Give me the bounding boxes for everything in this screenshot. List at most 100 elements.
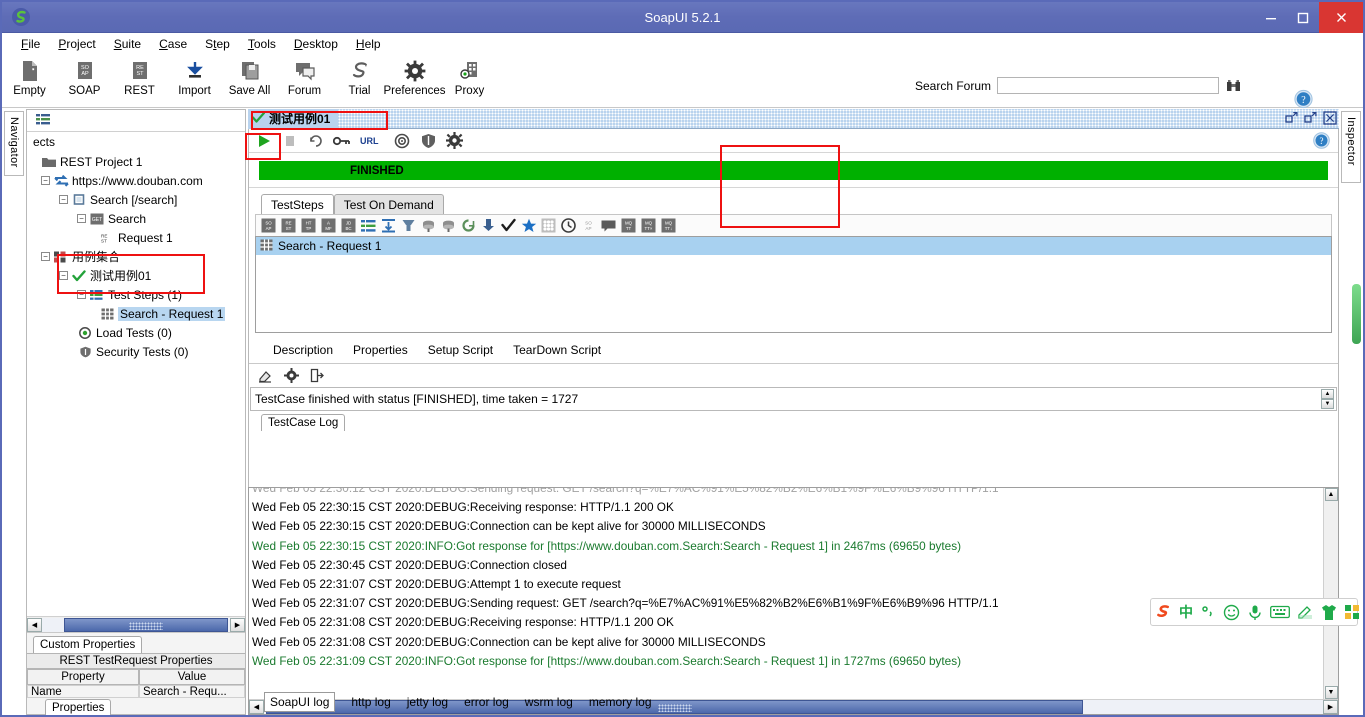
toolbar-soap-project[interactable]: SO AP SOAP xyxy=(57,55,112,97)
soft-keyboard-icon[interactable] xyxy=(1270,604,1290,621)
scroll-track[interactable] xyxy=(42,617,230,632)
http-request-icon[interactable]: HT TP xyxy=(300,217,317,234)
timer-icon[interactable] xyxy=(560,217,577,234)
tree-node-rest-project-1[interactable]: REST Project 1 xyxy=(27,152,245,171)
run-testcase-icon[interactable] xyxy=(440,217,457,234)
tab-properties[interactable]: Properties xyxy=(353,343,408,357)
expander-icon[interactable]: − xyxy=(41,176,50,185)
toolbar-rest-project[interactable]: RE ST REST xyxy=(112,55,167,97)
log-settings-icon[interactable] xyxy=(283,367,300,384)
tab-memory-log[interactable]: memory log xyxy=(589,695,652,709)
search-forum-input[interactable] xyxy=(997,77,1219,94)
binoculars-icon[interactable] xyxy=(1225,78,1241,94)
toolbar-proxy[interactable]: Proxy xyxy=(442,55,497,97)
scroll-thumb[interactable] xyxy=(64,617,228,632)
expander-icon[interactable]: − xyxy=(59,195,68,204)
jdbc-request-icon[interactable]: JD BC xyxy=(340,217,357,234)
tree-node-load-tests[interactable]: Load Tests (0) xyxy=(27,323,245,342)
expander-icon[interactable]: − xyxy=(41,252,50,261)
teststeps-list[interactable]: Search - Request 1 xyxy=(255,236,1332,333)
punctuation-icon[interactable] xyxy=(1200,604,1216,621)
tab-teardown-script[interactable]: TearDown Script xyxy=(513,343,601,357)
tab-testcase-log[interactable]: TestCase Log xyxy=(261,414,346,431)
run-play-icon[interactable] xyxy=(255,132,273,150)
toolbar-forum[interactable]: Forum xyxy=(277,55,332,97)
tab-test-on-demand[interactable]: Test On Demand xyxy=(333,194,444,214)
target-icon[interactable] xyxy=(393,132,411,150)
log-output[interactable]: Wed Feb 05 22:30:12 CST 2020:DEBUG:Sendi… xyxy=(249,488,1338,699)
loop-icon[interactable] xyxy=(307,132,325,150)
tab-properties[interactable]: Properties xyxy=(45,699,112,715)
tab-teststeps[interactable]: TestSteps xyxy=(261,194,334,214)
delay-icon[interactable] xyxy=(460,217,477,234)
tab-wsrm-log[interactable]: wsrm log xyxy=(525,695,573,709)
tab-setup-script[interactable]: Setup Script xyxy=(428,343,493,357)
scroll-up-arrow[interactable]: ▲ xyxy=(1324,488,1338,501)
help-question-icon[interactable]: ? xyxy=(1313,132,1330,152)
log-vertical-scrollbar[interactable]: ▲ ▼ xyxy=(1323,488,1338,699)
tree-node-request-1[interactable]: RE ST Request 1 xyxy=(27,228,245,247)
export-log-icon[interactable] xyxy=(309,367,326,384)
key-icon[interactable] xyxy=(333,132,351,150)
navigator-horizontal-scrollbar[interactable]: ◀ ▶ xyxy=(27,616,245,632)
clear-log-icon[interactable] xyxy=(257,367,274,384)
expander-icon[interactable]: − xyxy=(77,214,86,223)
gear-icon[interactable] xyxy=(445,132,463,150)
scroll-left-arrow[interactable]: ◀ xyxy=(27,617,42,632)
soap-request-icon[interactable]: SO AP xyxy=(260,217,277,234)
skin-icon[interactable] xyxy=(1321,604,1337,621)
scroll-right-arrow[interactable]: ▶ xyxy=(230,617,245,632)
scroll-down-arrow[interactable]: ▼ xyxy=(1324,686,1338,699)
menu-project[interactable]: Project xyxy=(49,35,104,53)
toolbar-empty-project[interactable]: Empty xyxy=(2,55,57,97)
properties-icon[interactable] xyxy=(360,217,377,234)
stop-icon[interactable] xyxy=(281,132,299,150)
tree-node-testcase[interactable]: − 测试用例01 xyxy=(27,266,245,285)
spinner-down[interactable]: ▼ xyxy=(1321,399,1334,409)
toolbar-import[interactable]: Import xyxy=(167,55,222,97)
menu-file[interactable]: File xyxy=(12,35,49,53)
close-box-icon[interactable] xyxy=(1322,110,1337,125)
grid-icon[interactable] xyxy=(540,217,557,234)
scroll-right-arrow[interactable]: ▶ xyxy=(1323,700,1338,714)
expander-icon[interactable]: − xyxy=(59,271,68,280)
app-scroll-thumb[interactable] xyxy=(1352,284,1361,344)
tree-node-douban-interface[interactable]: − https://www.douban.com xyxy=(27,171,245,190)
tree-node-search-request-1[interactable]: Search - Request 1 xyxy=(27,304,245,323)
list-view-icon[interactable] xyxy=(36,113,51,128)
emoji-icon[interactable] xyxy=(1223,604,1240,621)
tab-error-log[interactable]: error log xyxy=(464,695,509,709)
tree-node-test-steps[interactable]: − Test Steps (1) xyxy=(27,285,245,304)
sogou-logo-icon[interactable] xyxy=(1155,604,1172,621)
toolbar-trial[interactable]: Trial xyxy=(332,55,387,97)
chinese-mode-icon[interactable]: 中 xyxy=(1179,604,1193,621)
menu-suite[interactable]: Suite xyxy=(105,35,150,53)
table-row[interactable]: Name Search - Requ... xyxy=(27,685,245,698)
restore-down-icon[interactable] xyxy=(1284,110,1299,125)
list-item[interactable]: Search - Request 1 xyxy=(256,237,1331,255)
menu-desktop[interactable]: Desktop xyxy=(285,35,347,53)
tab-description[interactable]: Description xyxy=(273,343,333,357)
tab-testcase-01[interactable]: 测试用例01 xyxy=(248,108,339,129)
maximize-button[interactable] xyxy=(1287,2,1319,33)
groovy-script-icon[interactable] xyxy=(420,217,437,234)
status-spinner[interactable]: ▲ ▼ xyxy=(1321,389,1334,409)
tab-custom-properties[interactable]: Custom Properties xyxy=(33,636,143,653)
menu-tools[interactable]: Tools xyxy=(239,35,285,53)
toolbox-icon[interactable] xyxy=(1344,604,1360,621)
minimize-button[interactable] xyxy=(1255,2,1287,33)
tree-node-testsuite[interactable]: − 用例集合 xyxy=(27,247,245,266)
datasource-icon[interactable] xyxy=(480,217,497,234)
toolbar-preferences[interactable]: Preferences xyxy=(384,55,446,97)
tab-jetty-log[interactable]: jetty log xyxy=(407,695,448,709)
tab-soapui-log[interactable]: SoapUI log xyxy=(264,692,336,712)
restore-icon[interactable] xyxy=(1303,110,1318,125)
mqtt-drop-icon[interactable]: MQ TT× xyxy=(640,217,657,234)
menu-help[interactable]: Help xyxy=(347,35,390,53)
mqtt-receive-icon[interactable]: MQ TT↓ xyxy=(660,217,677,234)
mqtt-publish-icon[interactable]: MQ TT xyxy=(620,217,637,234)
url-icon[interactable]: URL xyxy=(359,132,385,150)
spinner-up[interactable]: ▲ xyxy=(1321,389,1334,399)
property-transfer-icon[interactable] xyxy=(380,217,397,234)
assertion-icon[interactable] xyxy=(500,217,517,234)
